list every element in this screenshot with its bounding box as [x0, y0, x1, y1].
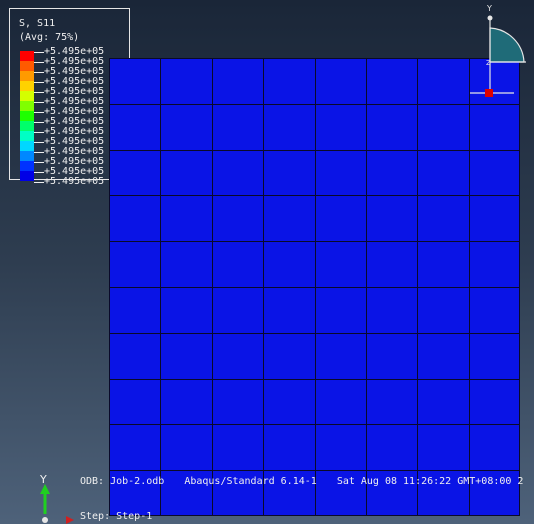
legend-swatch	[20, 61, 34, 71]
legend-swatch	[20, 131, 34, 141]
legend-swatch	[20, 51, 34, 61]
legend-swatch	[20, 121, 34, 131]
mesh-gridline-horizontal	[109, 470, 520, 471]
mesh-gridline-horizontal	[109, 333, 520, 334]
triad-y-label: Y	[486, 4, 492, 13]
solver-version: Abaqus/Standard 6.14-1	[184, 476, 317, 487]
status-footer: ODB: Job-2.odb Abaqus/Standard 6.14-1 Sa…	[80, 476, 534, 487]
legend-tick	[34, 142, 44, 143]
mesh-gridline-horizontal	[109, 104, 520, 105]
legend-tick	[34, 172, 44, 173]
legend-tick	[34, 112, 44, 113]
mesh-gridline-horizontal	[109, 58, 520, 59]
legend-swatch	[20, 141, 34, 151]
origin-marker-icon	[485, 89, 493, 97]
legend-title: S, S11	[19, 18, 56, 29]
timestamp: Sat Aug 08 11:26:22 GMT+08:00 2	[336, 476, 524, 487]
mesh-gridline-horizontal	[109, 241, 520, 242]
legend-tick	[34, 132, 44, 133]
global-axes-icon	[40, 484, 74, 524]
legend-swatch	[20, 151, 34, 161]
legend-tick	[34, 152, 44, 153]
legend-swatch	[20, 171, 34, 181]
triad-z-label: Z	[486, 59, 491, 67]
legend-tick	[34, 52, 44, 53]
legend-tick	[34, 182, 44, 183]
legend-swatch	[20, 71, 34, 81]
legend-tick	[34, 162, 44, 163]
mesh-gridline-horizontal	[109, 150, 520, 151]
legend-value: +5.495e+05	[44, 176, 105, 187]
view-cube-icon	[470, 15, 526, 97]
legend-swatch	[20, 81, 34, 91]
mesh-gridline-horizontal	[109, 195, 520, 196]
legend-tick	[34, 102, 44, 103]
view-triad: Y Z	[470, 4, 526, 97]
legend-tick	[34, 122, 44, 123]
mesh-gridline-horizontal	[109, 287, 520, 288]
legend-swatch	[20, 111, 34, 121]
mesh-gridline-horizontal	[109, 379, 520, 380]
mesh-viewport[interactable]	[109, 58, 520, 516]
legend-swatch	[20, 101, 34, 111]
odb-name: ODB: Job-2.odb	[80, 476, 165, 487]
legend-swatch	[20, 91, 34, 101]
legend-tick	[34, 72, 44, 73]
legend-swatch	[20, 161, 34, 171]
mesh-gridline-horizontal	[109, 515, 520, 516]
legend-tick	[34, 82, 44, 83]
step-label: Step: Step-1	[80, 511, 153, 522]
legend-averaging: (Avg: 75%)	[19, 32, 80, 43]
mesh-gridline-horizontal	[109, 424, 520, 425]
legend-tick	[34, 92, 44, 93]
legend-tick	[34, 62, 44, 63]
